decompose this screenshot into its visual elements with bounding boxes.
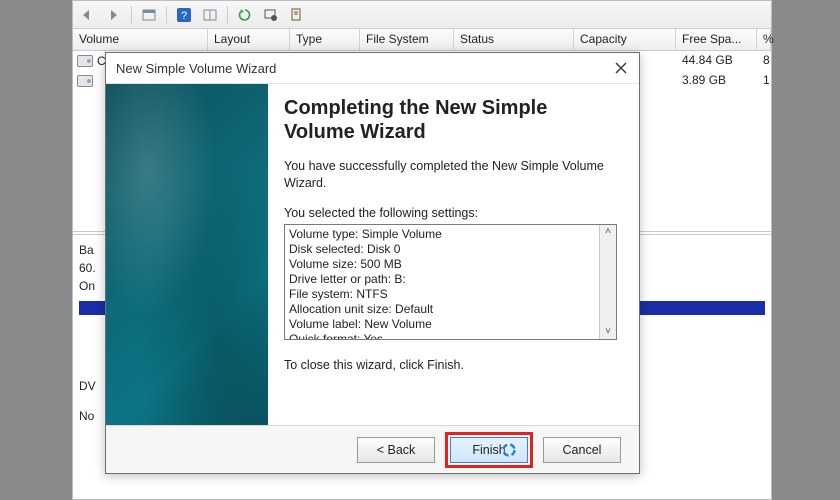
column-headers: Volume Layout Type File System Status Ca…: [73, 29, 771, 51]
wizard-sidebar-image: [106, 84, 268, 425]
close-button[interactable]: [609, 57, 633, 79]
col-volume[interactable]: Volume: [73, 29, 208, 50]
cancel-button[interactable]: Cancel: [543, 437, 621, 463]
toolbar-separator: [166, 6, 167, 24]
wizard-titlebar[interactable]: New Simple Volume Wizard: [106, 53, 639, 83]
panel-icon[interactable]: [199, 5, 221, 25]
properties-icon[interactable]: [286, 5, 308, 25]
toolbar-separator: [131, 6, 132, 24]
show-hide-icon[interactable]: [138, 5, 160, 25]
svg-text:?: ?: [181, 10, 187, 22]
wizard-close-instruction: To close this wizard, click Finish.: [284, 358, 617, 372]
free-space-value: 3.89 GB: [676, 71, 757, 91]
finish-button[interactable]: Finish: [450, 437, 528, 463]
scroll-down-icon[interactable]: ˅: [605, 327, 611, 337]
col-capacity[interactable]: Capacity: [574, 29, 676, 50]
toolbar-separator: [227, 6, 228, 24]
percent-value: 8: [757, 51, 771, 71]
col-percent[interactable]: %: [757, 29, 771, 50]
wizard-success-text: You have successfully completed the New …: [284, 158, 617, 192]
refresh-icon[interactable]: [234, 5, 256, 25]
toolbar: ?: [73, 1, 771, 29]
scroll-up-icon[interactable]: ˄: [605, 227, 611, 237]
col-type[interactable]: Type: [290, 29, 360, 50]
drive-icon: [77, 55, 93, 67]
percent-value: 1: [757, 71, 771, 91]
back-arrow-icon[interactable]: [77, 5, 99, 25]
scroll-thumb[interactable]: [600, 237, 616, 327]
settings-list-content: Volume type: Simple Volume Disk selected…: [285, 225, 599, 339]
finish-highlight: Finish: [445, 432, 533, 468]
scrollbar[interactable]: ˄ ˅: [599, 225, 616, 339]
col-filesystem[interactable]: File System: [360, 29, 454, 50]
drive-icon: [77, 75, 93, 87]
wizard-content: Completing the New Simple Volume Wizard …: [268, 84, 639, 425]
help-icon[interactable]: ?: [173, 5, 195, 25]
back-button[interactable]: < Back: [357, 437, 435, 463]
finish-button-label: Finish: [472, 443, 505, 457]
wizard-button-row: < Back Finish Cancel: [106, 425, 639, 473]
wizard-settings-label: You selected the following settings:: [284, 206, 617, 220]
col-layout[interactable]: Layout: [208, 29, 290, 50]
col-status[interactable]: Status: [454, 29, 574, 50]
free-space-value: 44.84 GB: [676, 51, 757, 71]
settings-icon[interactable]: [260, 5, 282, 25]
wizard-title: New Simple Volume Wizard: [116, 61, 276, 76]
wizard-body: Completing the New Simple Volume Wizard …: [106, 83, 639, 425]
settings-listbox[interactable]: Volume type: Simple Volume Disk selected…: [284, 224, 617, 340]
wizard-heading: Completing the New Simple Volume Wizard: [284, 96, 617, 144]
forward-arrow-icon[interactable]: [103, 5, 125, 25]
new-simple-volume-wizard: New Simple Volume Wizard Completing the …: [105, 52, 640, 474]
col-freespace[interactable]: Free Spa...: [676, 29, 757, 50]
